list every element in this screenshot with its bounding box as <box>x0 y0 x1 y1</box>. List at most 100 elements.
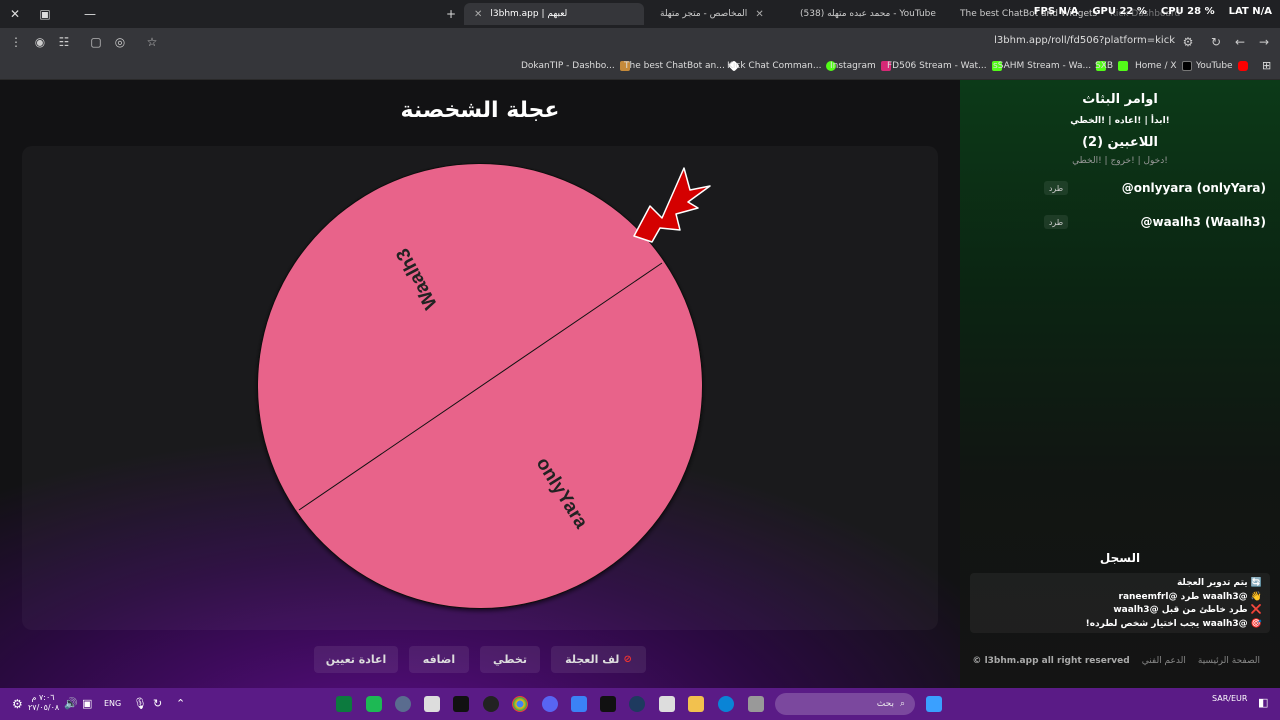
chrome-icon[interactable] <box>512 696 528 712</box>
search-icon: ⌕ <box>899 699 905 709</box>
sidebar: اوامر البثاث !ابدأ | !اعاده | !الخطي الل… <box>960 80 1280 688</box>
cast-icon[interactable]: ◎ <box>108 28 132 56</box>
clock-date: ٢٧/٠٥/٠٨ <box>28 703 60 712</box>
bookmark-dokantip[interactable]: DokanTIP - Dashbo... <box>521 61 630 71</box>
folder-icon[interactable] <box>688 696 704 712</box>
mic-icon[interactable]: 🎙 <box>133 697 147 710</box>
bookmark-star-icon[interactable]: ☆ <box>140 28 164 56</box>
kick-icon <box>1118 61 1129 71</box>
skip-button[interactable]: تخطي <box>480 646 540 673</box>
taskbar-clock[interactable]: ٧:٠٦ م ٢٧/٠٥/٠٨ <box>28 693 60 713</box>
kick-button[interactable]: طرد <box>1044 181 1068 195</box>
add-button[interactable]: اضافه <box>409 646 469 673</box>
tab-store[interactable]: المخاصص - متجر متهلة ✕ <box>650 3 800 25</box>
settings-tray-icon[interactable]: ⚙ <box>12 697 23 711</box>
back-icon[interactable]: → <box>1252 28 1276 56</box>
bookmark-x[interactable]: Home / X <box>1135 61 1192 71</box>
profile-icon[interactable]: ◉ <box>28 28 52 56</box>
reset-button[interactable]: اعادة تعيين <box>314 646 398 673</box>
footer-rights: l3bhm.app all right reserved © <box>972 656 1130 666</box>
x-icon <box>1181 61 1192 71</box>
app-icon[interactable] <box>629 696 645 712</box>
youtube-icon <box>1237 61 1248 71</box>
app-icon[interactable] <box>659 696 675 712</box>
wheel-panel: Waalh3 onlyYara <box>22 146 938 630</box>
bookmark-ssahm[interactable]: sSAHM Stream - Wa... <box>993 61 1107 71</box>
controls-bar: اعادة تعيين اضافه تخطي ⊘ لف العجلة <box>0 646 960 674</box>
taskbar-search[interactable]: بحث ⌕ <box>775 693 915 715</box>
forward-icon[interactable]: ← <box>1228 28 1252 56</box>
player-row: @waalh3 (Waalh3) طرد <box>1044 214 1266 230</box>
chevron-up-icon[interactable]: ⌃ <box>176 697 185 710</box>
start-icon[interactable] <box>926 696 942 712</box>
app-icon[interactable] <box>395 696 411 712</box>
taskbar: ⚙ ٧:٠٦ م ٢٧/٠٥/٠٨ 🔊 ▣ ENG 🎙 ↻ ⌃ بحث ⌕ SA… <box>0 688 1280 720</box>
join-help: !دخول | !خروج | !الخطي <box>1072 156 1168 166</box>
app-icon[interactable] <box>453 696 469 712</box>
extensions-icon[interactable]: ▢ <box>84 28 108 56</box>
app-icon[interactable] <box>748 696 764 712</box>
new-tab-icon[interactable]: + <box>436 0 466 28</box>
page-title: عجلة الشخصنة <box>400 98 560 123</box>
player-name: @waalh3 (Waalh3) <box>1140 215 1266 229</box>
maximize-window-icon[interactable]: ▣ <box>30 0 60 28</box>
tab-l3bhm[interactable]: ✕ l3bhm.app | لعبهم <box>464 3 644 25</box>
bookmark-chatbot[interactable]: The best ChatBot an... <box>624 60 740 72</box>
language-indicator[interactable]: ENG <box>104 699 121 708</box>
log-entry: ❌ طرد خاطئ من قبل @waalh3 <box>1113 605 1262 615</box>
url-field[interactable]: l3bhm.app/roll/fd506?platform=kick <box>994 35 1175 46</box>
discord-icon[interactable] <box>542 696 558 712</box>
player-row: @onlyyara (onlyYara) طرد <box>1044 180 1266 196</box>
app-icon[interactable] <box>366 696 382 712</box>
site-settings-icon[interactable]: ⚙ <box>1176 28 1200 56</box>
menu-icon[interactable]: ⋮ <box>4 28 28 56</box>
log-list: 🔄 يتم تدوير العجلة 👋 @waalh3 طرد @raneem… <box>970 573 1270 633</box>
network-icon[interactable]: ▣ <box>82 697 92 710</box>
region-indicator: SAR/EUR <box>1212 694 1247 704</box>
search-placeholder: بحث <box>876 699 894 709</box>
bookmark-sxb[interactable]: SXB <box>1095 61 1129 71</box>
bookmark-fd506[interactable]: FD506 Stream - Wat... <box>887 61 1002 71</box>
notifications-icon[interactable]: ◧ <box>1258 696 1268 709</box>
app-icon[interactable] <box>483 696 499 712</box>
bookmark-instagram[interactable]: Instagram <box>830 61 891 71</box>
footer: الصفحة الرئيسية الدعم الفني l3bhm.app al… <box>960 656 1280 666</box>
wheel-app: عجلة الشخصنة Waalh3 onlyYara اعادة تعيين… <box>0 80 960 688</box>
player-name: @onlyyara (onlyYara) <box>1121 181 1266 195</box>
forbidden-icon: ⊘ <box>623 654 632 665</box>
kick-button[interactable]: طرد <box>1044 215 1068 229</box>
spin-wheel-button[interactable]: ⊘ لف العجلة <box>551 646 646 673</box>
address-bar: ⋮ ◉ ☷ ▢ ◎ ☆ l3bhm.app/roll/fd506?platfor… <box>0 28 1280 56</box>
more-bookmarks-icon[interactable]: ⊞ <box>1262 59 1271 72</box>
commands-title: اوامر البثاث <box>1082 92 1158 107</box>
wheel-pointer-icon <box>633 167 711 243</box>
wheel[interactable]: Waalh3 onlyYara <box>22 146 938 630</box>
sync-icon[interactable]: ↻ <box>153 697 162 710</box>
app-icon[interactable] <box>336 696 352 712</box>
app-icon[interactable] <box>600 696 616 712</box>
volume-icon[interactable]: 🔊 <box>64 697 78 710</box>
performance-overlay: FPS N/A GPU 22 % CPU 28 % LAT N/A <box>1033 6 1272 17</box>
clock-time: ٧:٠٦ م <box>31 693 55 702</box>
spin-wheel-label: لف العجلة <box>565 653 620 666</box>
players-title: اللاعبين (2) <box>1082 135 1158 150</box>
app-icon[interactable] <box>571 696 587 712</box>
tab-youtube[interactable]: (538) محمد عبده متهله - YouTube✕ <box>790 3 940 25</box>
footer-home-link[interactable]: الصفحة الرئيسية <box>1198 656 1260 666</box>
edge-icon[interactable] <box>718 696 734 712</box>
log-entry: 🔄 يتم تدوير العجلة <box>1176 578 1262 588</box>
commands-list: !ابدأ | !اعاده | !الخطي <box>1070 116 1170 126</box>
reload-icon[interactable]: ↻ <box>1204 28 1228 56</box>
app-icon[interactable] <box>424 696 440 712</box>
log-entry: 👋 @waalh3 طرد @raneemfrl <box>1118 591 1262 602</box>
bookmark-youtube[interactable]: YouTube <box>1196 61 1248 71</box>
footer-support-link[interactable]: الدعم الفني <box>1142 656 1186 666</box>
translate-icon[interactable]: ☷ <box>52 28 76 56</box>
minimize-window-icon[interactable]: — <box>75 0 105 28</box>
log-entry: 🎯 @waalh3 يجب اختيار شخص لطرده! <box>1085 618 1262 629</box>
bookmark-kick-chat[interactable]: Kick Chat Comman... <box>727 61 837 71</box>
region-label: SAR/EUR <box>1212 694 1248 703</box>
close-window-icon[interactable]: ✕ <box>0 0 30 28</box>
bookmarks-bar: DokanTIP - Dashbo... The best ChatBot an… <box>0 56 1280 80</box>
screen: ✕ ▣ — + ✕ l3bhm.app | لعبهم المخاصص - متج… <box>0 0 1280 720</box>
